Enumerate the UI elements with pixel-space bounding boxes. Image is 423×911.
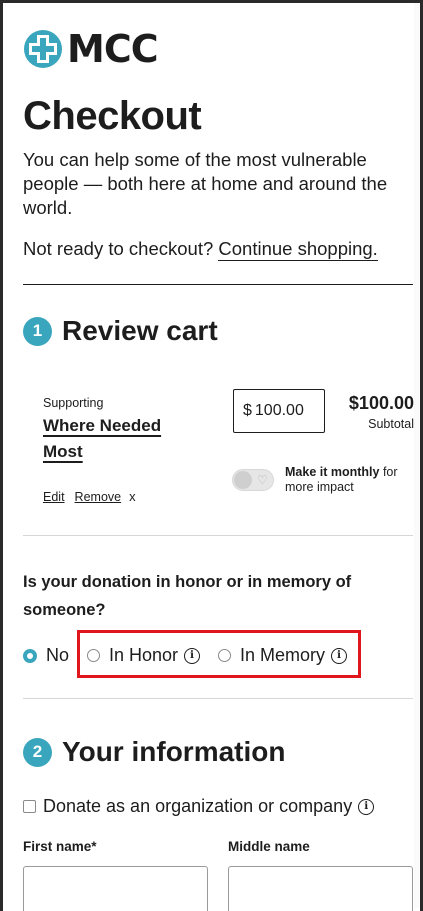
middle-name-label: Middle name bbox=[228, 839, 310, 854]
radio-button-selected[interactable] bbox=[23, 648, 37, 663]
organization-checkbox-row[interactable]: Donate as an organization or company i bbox=[23, 796, 375, 817]
highlight-box bbox=[77, 630, 361, 678]
currency-symbol: $ bbox=[243, 402, 252, 419]
step-your-information: 2 Your information bbox=[23, 736, 285, 768]
organization-checkbox[interactable] bbox=[23, 800, 36, 813]
not-ready-line: Not ready to checkout? Continue shopping… bbox=[23, 237, 378, 261]
toggle-knob bbox=[234, 471, 252, 489]
middle-name-input[interactable] bbox=[228, 866, 413, 911]
monthly-toggle[interactable]: ♡ bbox=[232, 469, 274, 491]
fund-name-link[interactable]: Where Needed Most bbox=[43, 413, 203, 465]
continue-shopping-link[interactable]: Continue shopping. bbox=[218, 238, 378, 261]
step-number-badge: 1 bbox=[23, 316, 52, 346]
step-title: Review cart bbox=[62, 315, 218, 346]
section-divider bbox=[23, 698, 413, 699]
organization-label[interactable]: Donate as an organization or company bbox=[43, 796, 352, 817]
edit-link[interactable]: Edit bbox=[43, 490, 65, 504]
first-name-label: First name* bbox=[23, 839, 97, 854]
amount-input[interactable] bbox=[254, 402, 317, 420]
subtotal-label: Subtotal bbox=[368, 417, 414, 431]
first-name-input[interactable] bbox=[23, 866, 208, 911]
info-icon[interactable]: i bbox=[358, 798, 375, 815]
radio-label[interactable]: No bbox=[46, 645, 69, 666]
fund-name-text[interactable]: Where Needed Most bbox=[43, 416, 161, 461]
supporting-label: Supporting bbox=[43, 396, 104, 410]
step-review-cart: 1 Review cart bbox=[23, 315, 218, 347]
brand-name: MCC bbox=[67, 27, 159, 71]
monthly-bold-text: Make it monthly bbox=[285, 465, 380, 479]
honor-question: Is your donation in honor or in memory o… bbox=[23, 573, 352, 619]
section-divider bbox=[23, 284, 413, 285]
step-number-badge: 2 bbox=[23, 737, 52, 767]
mcc-logo[interactable]: MCC bbox=[23, 27, 159, 71]
remove-x-icon[interactable]: x bbox=[129, 489, 136, 504]
intro-text: You can help some of the most vulnerable… bbox=[23, 149, 388, 218]
section-divider bbox=[23, 535, 413, 536]
remove-link[interactable]: Remove bbox=[75, 490, 122, 504]
mcc-cross-icon bbox=[24, 30, 62, 68]
page-title: Checkout bbox=[23, 94, 202, 138]
amount-field[interactable]: $ bbox=[233, 389, 325, 433]
monthly-label: Make it monthly for more impact bbox=[285, 465, 410, 495]
radio-no[interactable]: No bbox=[23, 645, 69, 666]
item-total: $100.00 bbox=[348, 393, 414, 413]
cart-item-actions: Edit Remove x bbox=[43, 489, 136, 504]
heart-icon: ♡ bbox=[257, 473, 268, 487]
scrollbar[interactable] bbox=[414, 3, 420, 908]
step-title: Your information bbox=[62, 736, 286, 767]
not-ready-text: Not ready to checkout? bbox=[23, 238, 214, 259]
